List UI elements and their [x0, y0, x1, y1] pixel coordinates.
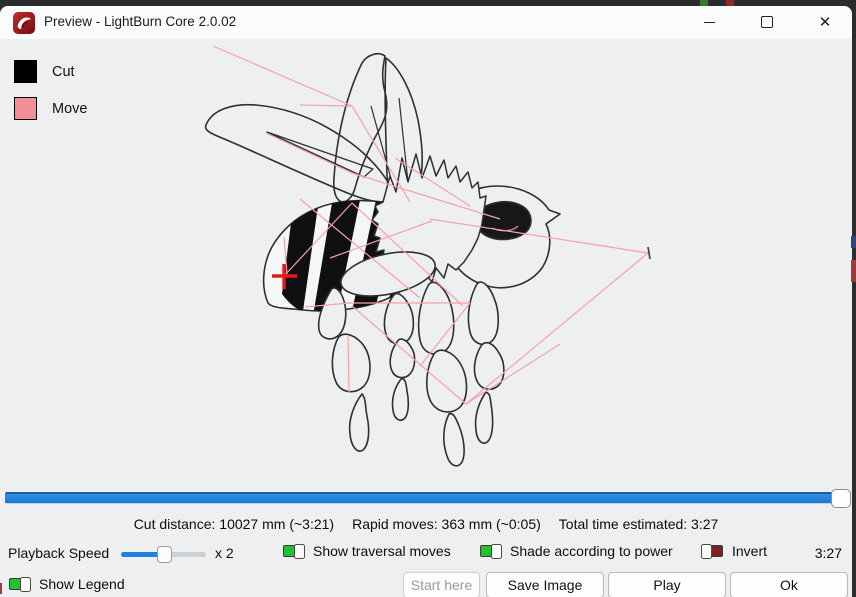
playback-speed-value: x 2: [215, 545, 234, 561]
legend-item-move: Move: [14, 96, 87, 121]
shade-power-toggle[interactable]: [480, 545, 501, 557]
start-here-button[interactable]: Start here: [403, 572, 480, 597]
background-app-sliver: [851, 260, 856, 282]
playback-controls-row: Playback Speed x 2 Show traversal moves …: [0, 542, 852, 566]
bottom-row: Show Legend Start here Save Image Play O…: [0, 570, 852, 597]
preview-dialog: Preview - LightBurn Core 2.0.02 ✕: [0, 6, 852, 597]
close-button[interactable]: ✕: [802, 6, 848, 38]
playback-speed-label: Playback Speed: [8, 545, 109, 561]
minimize-button[interactable]: [686, 6, 732, 38]
maximize-button[interactable]: [744, 6, 790, 38]
shade-power-label: Shade according to power: [510, 543, 673, 559]
total-time-text: Total time estimated: 3:27: [559, 516, 719, 532]
play-button[interactable]: Play: [608, 572, 726, 597]
show-legend-toggle-group: Show Legend: [9, 576, 125, 592]
show-traversal-label: Show traversal moves: [313, 543, 451, 559]
invert-toggle-group: Invert: [702, 543, 767, 559]
toggle-knob: [701, 544, 712, 559]
playback-progress-handle[interactable]: [831, 489, 851, 508]
playback-speed-slider[interactable]: [121, 552, 206, 557]
cut-color-swatch: [14, 60, 37, 83]
toggle-knob: [491, 544, 502, 559]
window-title: Preview - LightBurn Core 2.0.02: [44, 14, 236, 29]
invert-label: Invert: [732, 543, 767, 559]
minimize-icon: [704, 22, 715, 23]
legend-item-cut: Cut: [14, 59, 87, 84]
laser-preview-drawing: [0, 39, 852, 488]
legend-label-move: Move: [52, 101, 87, 117]
rapid-moves-text: Rapid moves: 363 mm (~0:05): [352, 516, 541, 532]
legend: Cut Move: [14, 59, 87, 133]
toggle-knob: [20, 577, 31, 592]
save-image-button[interactable]: Save Image: [486, 572, 604, 597]
background-app-sliver: [0, 583, 2, 594]
cut-distance-text: Cut distance: 10027 mm (~3:21): [134, 516, 334, 532]
legend-label-cut: Cut: [52, 64, 75, 80]
maximize-icon: [761, 16, 773, 28]
show-traversal-toggle-group: Show traversal moves: [283, 543, 451, 559]
close-icon: ✕: [819, 13, 832, 31]
show-traversal-toggle[interactable]: [283, 545, 304, 557]
playback-progress-slider[interactable]: [5, 492, 850, 504]
elapsed-time: 3:27: [815, 545, 842, 561]
lightburn-logo-icon: [13, 12, 35, 34]
background-app-sliver: [851, 236, 856, 248]
shade-power-toggle-group: Shade according to power: [480, 543, 673, 559]
ok-button[interactable]: Ok: [730, 572, 848, 597]
invert-toggle[interactable]: [702, 545, 723, 557]
playback-speed-handle[interactable]: [157, 546, 172, 563]
status-line: Cut distance: 10027 mm (~3:21) Rapid move…: [0, 516, 852, 532]
toggle-knob: [294, 544, 305, 559]
preview-canvas: Cut Move: [0, 39, 852, 488]
move-color-swatch: [14, 97, 37, 120]
show-legend-toggle[interactable]: [9, 578, 30, 590]
show-legend-label: Show Legend: [39, 576, 125, 592]
title-bar[interactable]: Preview - LightBurn Core 2.0.02 ✕: [0, 6, 852, 39]
